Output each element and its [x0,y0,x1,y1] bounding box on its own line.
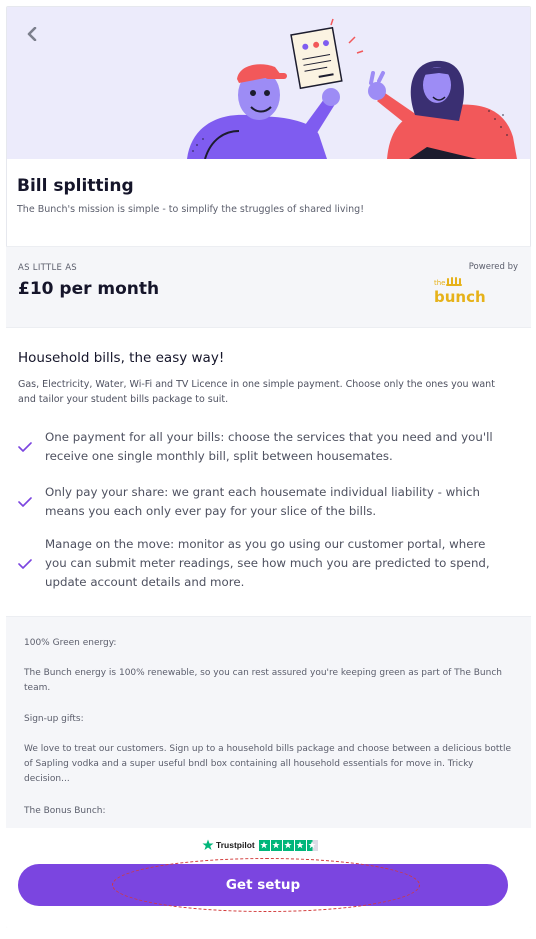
logo-small-text: the [434,279,446,287]
page-title: Bill splitting [17,176,134,196]
star-icon [282,839,294,851]
title-card [7,159,530,247]
the-bunch-logo: the bunch [432,276,492,308]
back-button[interactable] [21,23,43,45]
check-icon [18,497,34,507]
check-icon [18,558,34,569]
trustpilot-widget[interactable]: Trustpilot [202,838,319,852]
half-star-icon [306,839,318,851]
powered-by-label: Powered by [468,262,518,272]
trustpilot-rating-stars [258,839,319,851]
trustpilot-label: Trustpilot [216,840,255,850]
hero-banner [7,7,530,159]
feature-text: Only pay your share: we grant each house… [45,485,480,518]
trustpilot-star-icon [202,839,214,850]
check-icon [18,442,34,452]
star-icon [258,839,270,851]
chevron-left-icon [27,27,37,41]
feature-item: Manage on the move: monitor as you go us… [18,535,508,592]
feature-item: One payment for all your bills: choose t… [18,428,508,466]
logo-large-text: bunch [434,288,486,304]
features-description: Gas, Electricity, Water, Wi-Fi and TV Li… [18,379,495,405]
features-title: Household bills, the easy way! [18,350,225,366]
star-icon [270,839,282,851]
feature-text: One payment for all your bills: choose t… [45,430,493,463]
hero-illustration [187,18,517,159]
page-subtitle: The Bunch's mission is simple - to simpl… [17,204,365,215]
price-value: £10 per month [18,279,160,299]
bill-splitting-panel [6,6,531,928]
feature-text: Manage on the move: monitor as you go us… [45,537,490,589]
price-label: AS LITTLE AS [18,263,78,273]
get-setup-button[interactable]: Get setup [18,864,508,906]
star-icon [294,839,306,851]
feature-item: Only pay your share: we grant each house… [18,483,508,521]
